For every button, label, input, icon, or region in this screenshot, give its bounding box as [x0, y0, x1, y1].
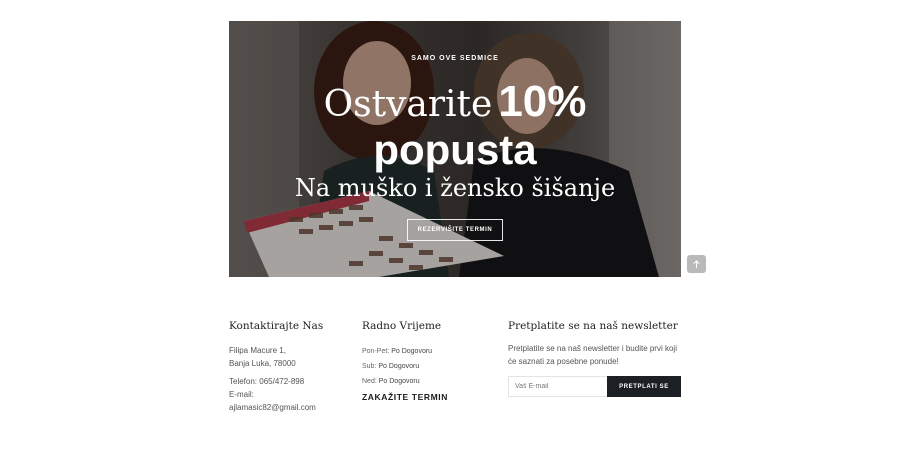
promo-hero-banner: SAMO OVE SEDMICE Ostvarite 10% popusta Na… [229, 21, 681, 277]
scroll-to-top-button[interactable] [687, 255, 706, 273]
contact-email-label: E-mail: [229, 390, 254, 399]
subscribe-button[interactable]: PRETPLATI SE [607, 376, 681, 397]
hours-row: Pon-Pet: Po Dogovoru [362, 344, 482, 359]
hours-row: Sub: Po Dogovoru [362, 359, 482, 374]
hours-day: Sub: [362, 363, 377, 370]
hero-headline-discount: 10% [498, 77, 587, 126]
reserve-appointment-button[interactable]: REZERVIŠITE TERMIN [407, 219, 503, 241]
contact-email-link[interactable]: ajlamasic82@gmail.com [229, 401, 349, 414]
newsletter-email-input[interactable] [508, 376, 607, 397]
contact-address: Filipa Macure 1, Banja Luka, 78000 [229, 344, 349, 370]
hours-list: Pon-Pet: Po Dogovoru Sub: Po Dogovoru Ne… [362, 344, 482, 389]
contact-section: Kontaktirajte Nas Filipa Macure 1, Banja… [229, 320, 349, 414]
hours-day: Ned: [362, 378, 377, 385]
newsletter-section: Pretplatite se na naš newsletter Pretpla… [508, 320, 681, 397]
hero-content: SAMO OVE SEDMICE Ostvarite 10% popusta Na… [229, 21, 681, 277]
hours-value: Po Dogovoru [378, 378, 420, 385]
address-line-1: Filipa Macure 1, [229, 346, 286, 355]
contact-details: Telefon: 065/472-898 E-mail: ajlamasic82… [229, 375, 349, 414]
hero-headline-line2: popusta [373, 126, 537, 173]
hours-day: Pon-Pet: [362, 348, 390, 355]
newsletter-form: PRETPLATI SE [508, 376, 681, 397]
hours-value: Po Dogovoru [378, 363, 420, 370]
contact-title: Kontaktirajte Nas [229, 320, 324, 332]
working-hours-section: Radno Vrijeme Pon-Pet: Po Dogovoru Sub: … [362, 320, 482, 402]
hours-row: Ned: Po Dogovoru [362, 374, 482, 389]
contact-phone: Telefon: 065/472-898 [229, 377, 305, 386]
hero-headline-serif: Ostvarite [323, 84, 493, 125]
address-line-2: Banja Luka, 78000 [229, 359, 296, 368]
hero-eyebrow: SAMO OVE SEDMICE [411, 55, 499, 62]
arrow-up-icon [693, 259, 700, 268]
newsletter-description: Pretplatite se na naš newsletter i budit… [508, 344, 677, 366]
newsletter-title: Pretplatite se na naš newsletter [508, 320, 678, 332]
hours-value: Po Dogovoru [391, 348, 433, 355]
book-appointment-link[interactable]: ZAKAŽITE TERMIN [362, 392, 482, 402]
hero-subheadline: Na muško i žensko šišanje [294, 174, 616, 202]
hours-title: Radno Vrijeme [362, 320, 442, 332]
